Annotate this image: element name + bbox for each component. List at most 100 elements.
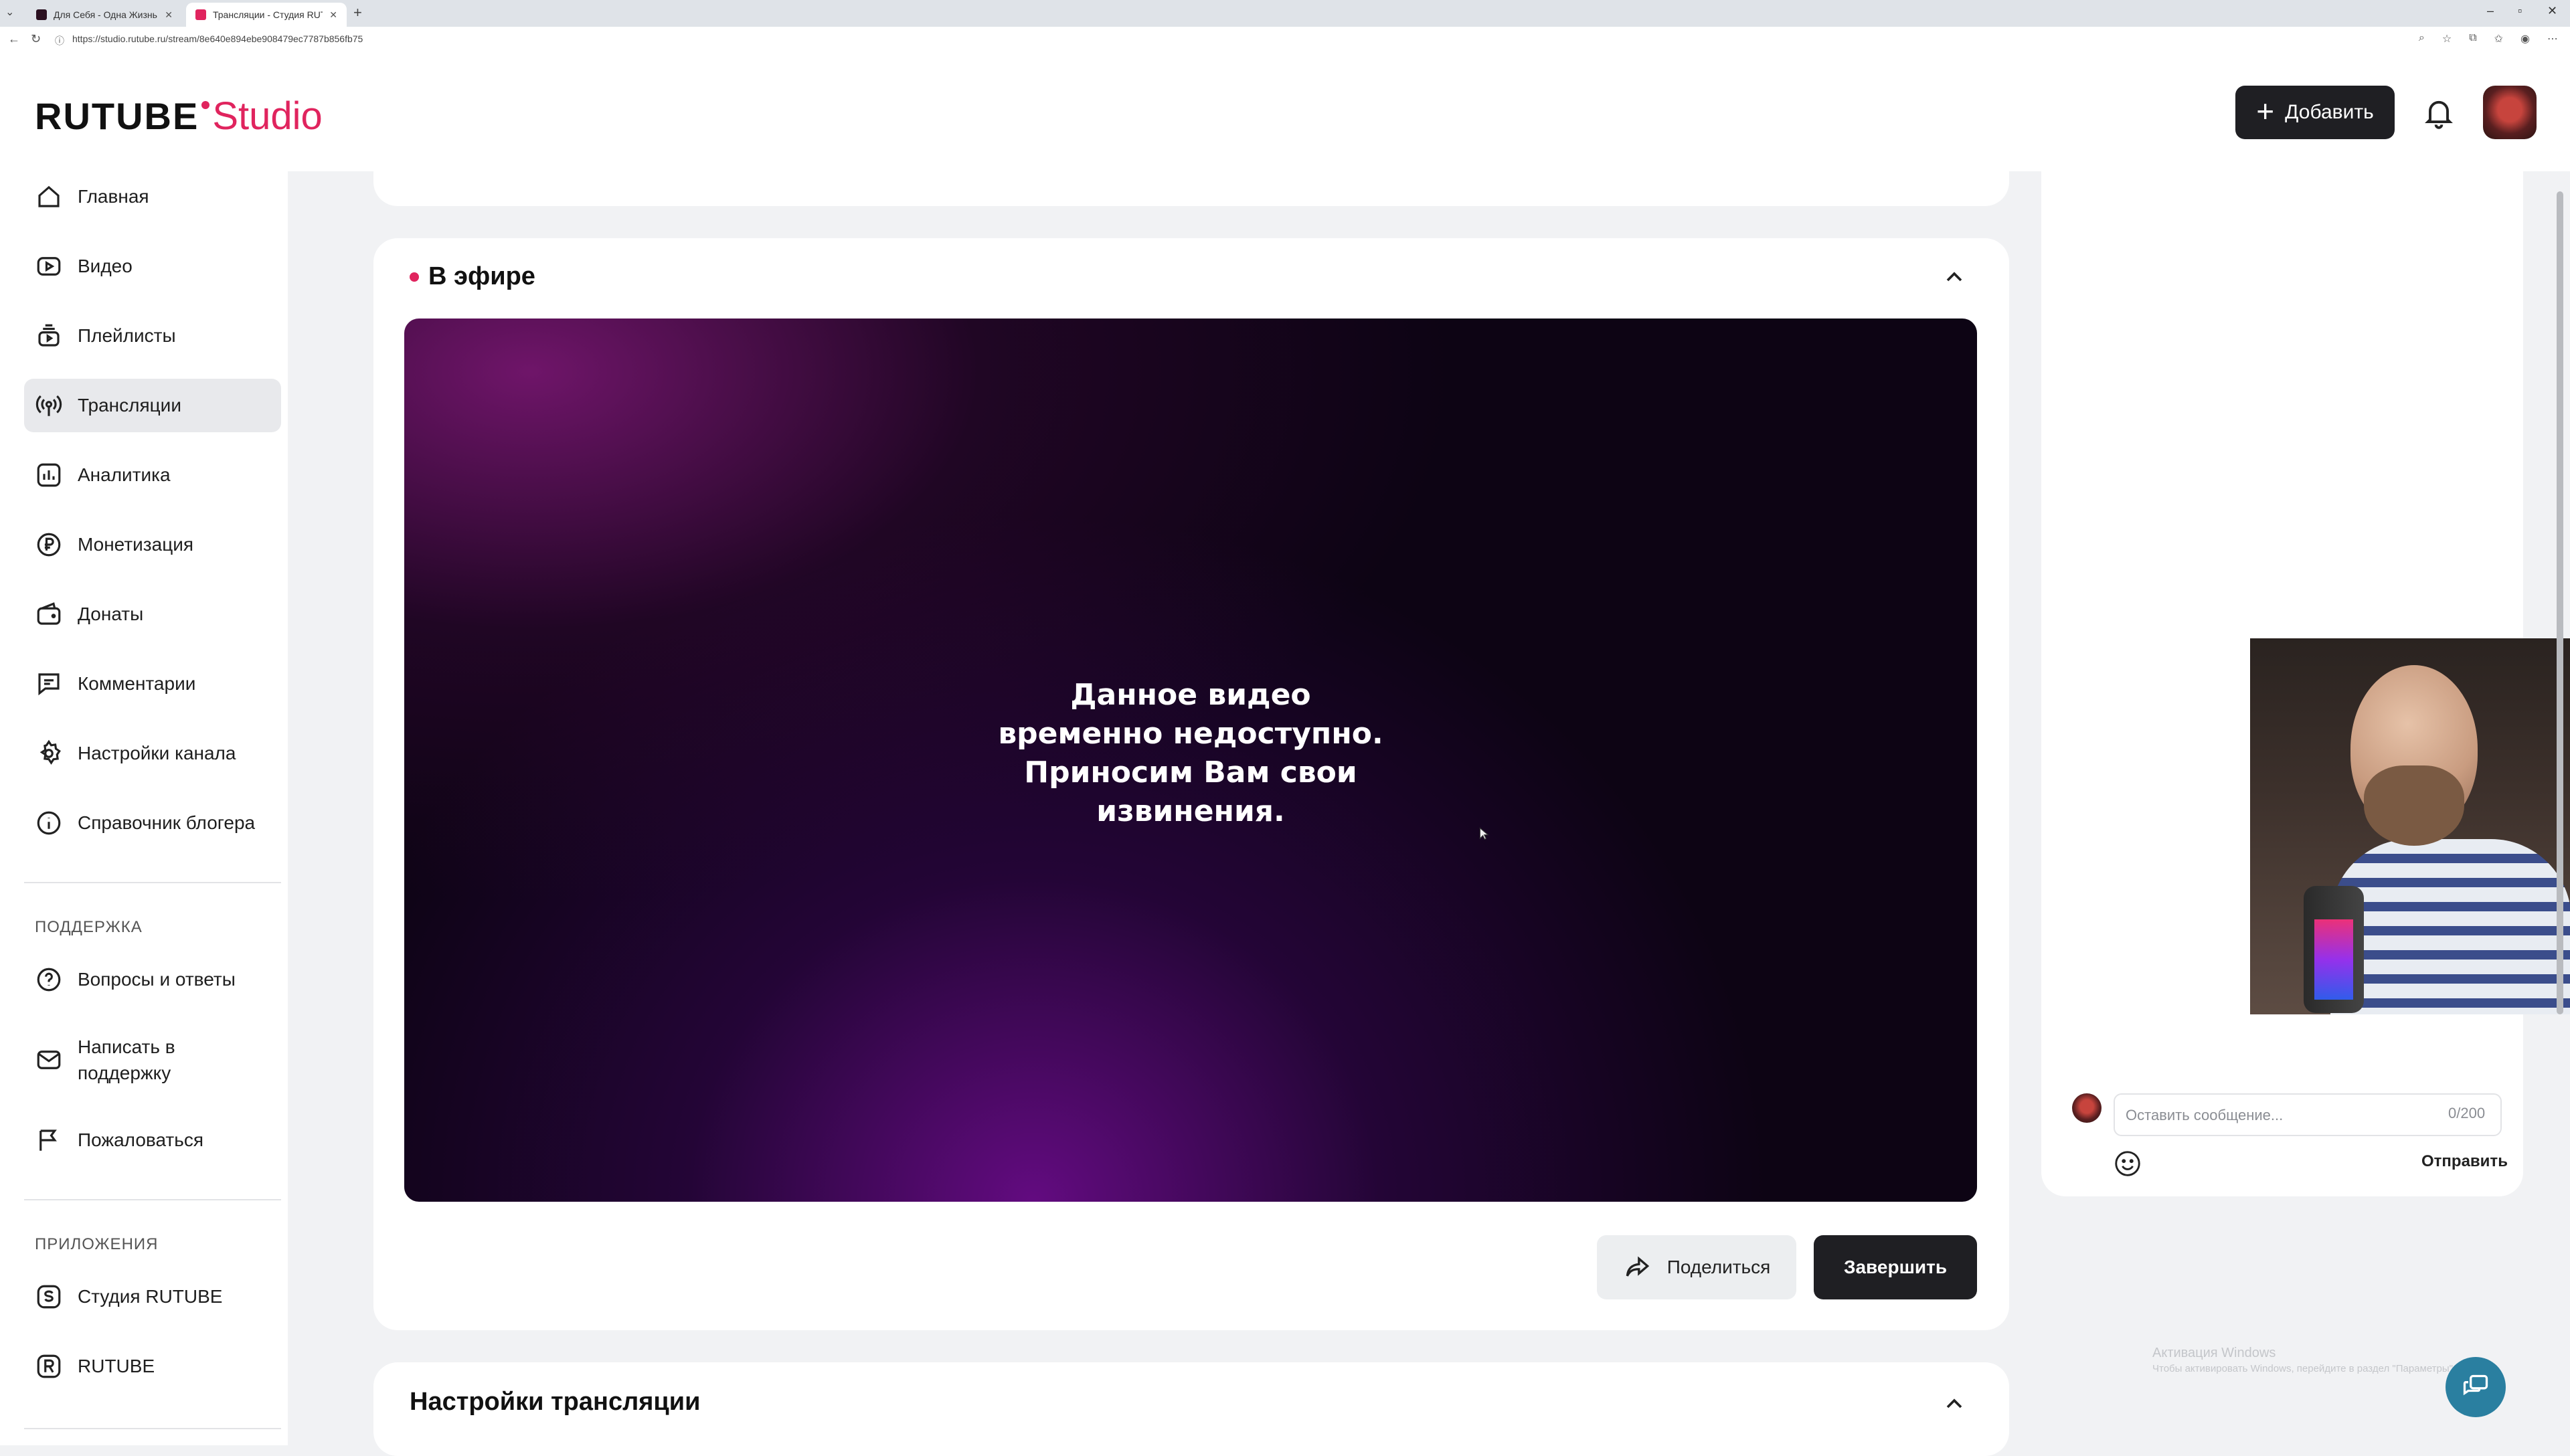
sidebar-item-label: Комментарии <box>78 673 196 694</box>
broadcast-icon <box>35 395 62 416</box>
wallet-icon <box>37 602 61 625</box>
share-button[interactable]: Поделиться <box>1597 1235 1796 1299</box>
restore-icon[interactable]: ▫ <box>2518 4 2522 18</box>
player-unavailable-message: Данное видео временно недоступно. Принос… <box>404 676 1977 831</box>
sidebar-item-label: Донаты <box>78 604 144 624</box>
chat-user-avatar <box>2072 1093 2102 1123</box>
sidebar-item-donations[interactable]: Донаты <box>24 587 281 641</box>
live-status-header: В эфире <box>410 262 535 291</box>
comment-icon <box>38 673 60 696</box>
live-indicator-dot <box>410 272 419 282</box>
sidebar-item-channel-settings[interactable]: Настройки канала <box>24 727 281 780</box>
address-bar-icons: ⌕ ☆ ⧉ ✩ ◉ ⋯ <box>2419 32 2558 46</box>
finish-button-label: Завершить <box>1843 1257 1948 1277</box>
support-chat-button[interactable] <box>2446 1357 2506 1417</box>
profile-icon[interactable]: ◉ <box>2520 32 2530 46</box>
rutube-app-icon <box>37 1354 61 1378</box>
live-status-title: В эфире <box>428 262 535 290</box>
sidebar-item-faq[interactable]: Вопросы и ответы <box>24 953 281 1006</box>
chevron-up-icon[interactable] <box>1941 264 1968 290</box>
sidebar-item-label: Видео <box>78 256 133 276</box>
browser-tabstrip: ⌄ Для Себя - Одна Жизнь - ПИЛС ✕ Трансля… <box>0 0 2570 27</box>
home-icon <box>38 185 60 207</box>
finish-stream-button[interactable]: Завершить <box>1814 1235 1977 1299</box>
favorites-icon[interactable]: ✩ <box>2494 32 2503 46</box>
studio-header <box>0 54 2570 171</box>
reload-icon[interactable]: ↻ <box>31 32 41 46</box>
sidebar-item-playlists[interactable]: Плейлисты <box>24 309 281 363</box>
previous-card-bottom <box>373 171 2009 206</box>
analytics-icon <box>37 463 61 487</box>
page-scrollbar[interactable] <box>2557 191 2563 1014</box>
extensions-icon[interactable]: ⧉ <box>2469 32 2476 46</box>
plus-icon: + <box>2256 94 2275 128</box>
support-heading: ПОДДЕРЖКА <box>35 918 143 936</box>
address-bar: ← ↻ ⓘ https://studio.rutube.ru/stream/8e… <box>0 27 2570 54</box>
sidebar-item-analytics[interactable]: Аналитика <box>24 448 281 502</box>
bookmark-star-icon[interactable]: ☆ <box>2442 32 2452 46</box>
activation-line: Чтобы активировать Windows, перейдите в … <box>2152 1363 2456 1374</box>
webcam-rgb-light <box>2314 919 2353 1000</box>
close-tab-icon[interactable]: ✕ <box>165 9 173 21</box>
new-tab-icon[interactable]: + <box>353 4 362 21</box>
sidebar-item-label: Аналитика <box>78 464 171 485</box>
studio-app-icon <box>37 1285 61 1309</box>
zoom-icon[interactable]: ⌕ <box>2419 32 2425 46</box>
mail-icon <box>37 1051 61 1069</box>
stream-settings-title: Настройки трансляции <box>410 1388 701 1416</box>
sidebar-item-home[interactable]: Главная <box>24 170 281 223</box>
sidebar-item-write-support[interactable]: Написать в поддержку <box>24 1026 281 1093</box>
sidebar-item-rutube-app[interactable]: RUTUBE <box>24 1340 281 1393</box>
playlist-icon <box>38 324 60 347</box>
sidebar-item-monetization[interactable]: Монетизация <box>24 518 281 571</box>
sidebar-divider <box>24 1199 281 1200</box>
sidebar-item-video[interactable]: Видео <box>24 240 281 293</box>
notifications-bell-icon[interactable] <box>2421 95 2456 130</box>
send-message-button[interactable]: Отправить <box>2421 1152 2508 1171</box>
close-tab-icon[interactable]: ✕ <box>329 9 337 21</box>
sidebar-item-label: Главная <box>78 186 149 207</box>
sidebar-item-comments[interactable]: Комментарии <box>24 657 281 711</box>
user-avatar[interactable] <box>2483 86 2537 139</box>
url-field[interactable]: https://studio.rutube.ru/stream/8e640e89… <box>72 33 363 44</box>
emoji-icon[interactable] <box>2112 1148 2143 1179</box>
info-icon <box>37 811 61 835</box>
message-line: Данное видео <box>1070 678 1311 712</box>
sidebar-item-label: Написать в поддержку <box>78 1036 175 1083</box>
close-window-icon[interactable]: ✕ <box>2547 4 2557 18</box>
logo-dot <box>201 101 210 109</box>
minimize-icon[interactable]: – <box>2487 4 2494 18</box>
logo-rutube-text: RUTUBE <box>35 95 199 137</box>
message-line: Приносим Вам свои <box>1024 755 1357 790</box>
browser-tab-2[interactable]: Трансляции - Студия RUTUBE ✕ <box>186 3 347 27</box>
site-info-icon[interactable]: ⓘ <box>55 34 64 48</box>
sidebar-item-label: Вопросы и ответы <box>78 969 236 990</box>
sidebar-item-blogger-guide[interactable]: Справочник блогера <box>24 796 281 850</box>
sidebar-item-label: Плейлисты <box>78 325 176 346</box>
rutube-studio-logo[interactable]: RUTUBE Studio <box>35 94 323 139</box>
sidebar-item-label: Студия RUTUBE <box>78 1286 223 1307</box>
sidebar-item-studio-app[interactable]: Студия RUTUBE <box>24 1270 281 1324</box>
sidebar-item-label: RUTUBE <box>78 1356 155 1376</box>
flag-icon <box>39 1129 57 1151</box>
sidebar-item-report[interactable]: Пожаловаться <box>24 1113 281 1167</box>
sidebar-item-label: Настройки канала <box>78 743 236 763</box>
tab-list-icon[interactable]: ⌄ <box>5 5 14 19</box>
tab-favicon <box>36 9 47 20</box>
mouse-cursor-icon <box>1479 827 1488 840</box>
chevron-up-icon[interactable] <box>1941 1390 1968 1417</box>
add-button[interactable]: + Добавить <box>2235 86 2395 139</box>
menu-icon[interactable]: ⋯ <box>2547 32 2558 46</box>
question-icon <box>37 968 61 992</box>
browser-tab-1[interactable]: Для Себя - Одна Жизнь - ПИЛС ✕ <box>27 3 182 27</box>
tab-favicon <box>195 9 206 20</box>
tab-title: Для Себя - Одна Жизнь - ПИЛС <box>54 9 158 20</box>
sidebar-divider <box>24 882 281 883</box>
back-icon[interactable]: ← <box>8 32 20 46</box>
sidebar-item-label: Пожаловаться <box>78 1129 204 1150</box>
webcam-person-shirt <box>2330 839 2570 1014</box>
windows-activation-watermark: Активация Windows Чтобы активировать Win… <box>2152 1345 2456 1377</box>
sidebar-item-streams[interactable]: Трансляции <box>24 379 281 432</box>
chat-char-counter: 0/200 <box>2448 1105 2486 1121</box>
message-line: временно недоступно. <box>998 717 1383 751</box>
